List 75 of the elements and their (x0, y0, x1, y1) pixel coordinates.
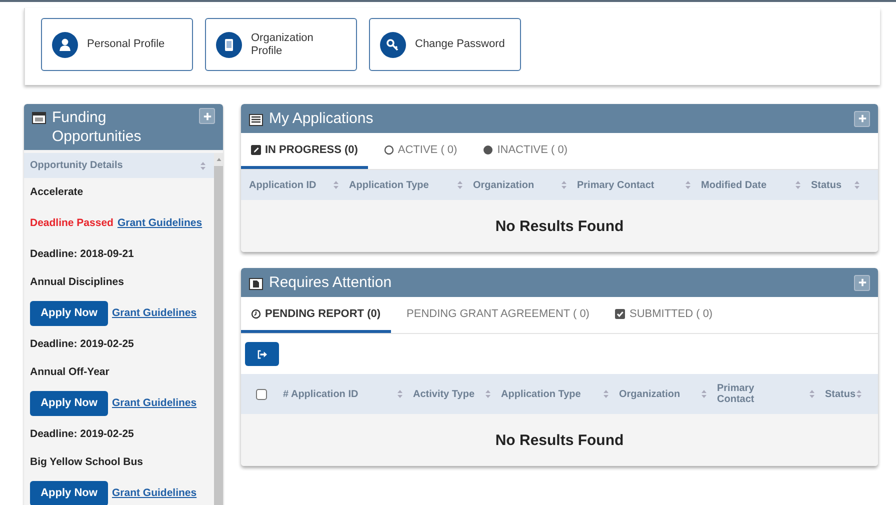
tab[interactable]: ACTIVE ( 0) (374, 133, 468, 169)
select-all-checkbox[interactable] (256, 388, 267, 400)
sort-icon (603, 389, 609, 399)
plus-icon (202, 112, 212, 120)
sort-icon (685, 180, 691, 190)
column-header[interactable]: Organization (619, 388, 717, 400)
clock-icon (251, 308, 261, 318)
grant-guidelines-link[interactable]: Grant Guidelines (112, 397, 197, 409)
expand-button[interactable] (854, 110, 870, 126)
tab[interactable]: INACTIVE ( 0) (473, 133, 578, 169)
profile-button[interactable]: Personal Profile (41, 18, 193, 71)
tab[interactable]: PENDING REPORT (0) (241, 297, 391, 333)
plus-icon (858, 114, 866, 123)
apply-now-button[interactable]: Apply Now (30, 480, 108, 505)
profile-button[interactable]: Organization Profile (205, 18, 357, 71)
list-icon (249, 114, 263, 126)
sort-icon (333, 180, 339, 190)
export-button[interactable] (245, 342, 279, 366)
document-icon (249, 278, 263, 290)
opportunity-name: Big Yellow School Bus (30, 456, 143, 468)
panel-title: Requires Attention (269, 273, 393, 292)
column-header[interactable]: Organization (473, 180, 577, 190)
opportunity-name: Annual Off-Year (30, 366, 110, 378)
deadline-passed-label: Deadline Passed (30, 217, 114, 229)
grant-guidelines-link[interactable]: Grant Guidelines (112, 307, 197, 319)
panel-title: Funding Opportunities (52, 108, 142, 146)
sort-icon (397, 389, 403, 399)
sort-icon (200, 160, 206, 170)
column-header[interactable]: Opportunity Details (24, 153, 214, 178)
opportunity-name: Accelerate (30, 186, 84, 198)
column-header[interactable]: Primary Contact (717, 383, 825, 405)
panel-title: My Applications (269, 109, 374, 128)
column-header[interactable]: Primary Contact (577, 180, 701, 190)
sort-icon (457, 180, 463, 190)
deadline-text: Deadline: 2018-09-21 (30, 248, 134, 260)
column-header[interactable]: # Application ID (283, 388, 413, 400)
column-header[interactable]: Status (811, 180, 870, 190)
profile-button[interactable]: Change Password (369, 18, 521, 71)
column-header[interactable]: Modified Date (701, 180, 811, 190)
apply-now-button[interactable]: Apply Now (30, 390, 108, 416)
column-header[interactable]: Status (825, 388, 872, 400)
column-header[interactable]: Application ID (249, 180, 349, 190)
tab[interactable]: SUBMITTED ( 0) (605, 297, 723, 333)
deadline-text: Deadline: 2019-02-25 (30, 428, 134, 440)
apply-now-button[interactable]: Apply Now (30, 300, 108, 326)
sort-icon (485, 389, 491, 399)
empty-message: No Results Found (241, 200, 878, 252)
key-icon (380, 32, 406, 58)
tab[interactable]: PENDING GRANT AGREEMENT ( 0) (396, 297, 600, 333)
export-icon (256, 350, 268, 358)
sort-icon (701, 389, 707, 399)
sort-icon (795, 180, 801, 190)
sort-icon (809, 389, 815, 399)
expand-button[interactable] (854, 274, 870, 290)
column-header[interactable]: Application Type (349, 180, 473, 190)
grant-guidelines-link[interactable]: Grant Guidelines (117, 217, 202, 229)
edit-icon (251, 144, 261, 154)
deadline-text: Deadline: 2019-02-25 (30, 338, 134, 350)
circle-icon (384, 144, 394, 154)
calendar-icon (32, 112, 46, 124)
column-header[interactable]: Activity Type (413, 388, 501, 400)
opportunity-name: Annual Disciplines (30, 276, 124, 288)
circle-icon (483, 144, 494, 154)
sort-icon (854, 180, 860, 190)
sort-icon (856, 389, 862, 399)
grant-guidelines-link[interactable]: Grant Guidelines (112, 487, 197, 499)
tablet-icon (216, 32, 242, 58)
column-header[interactable]: Application Type (501, 388, 619, 400)
plus-icon (858, 278, 866, 287)
scroll-up-icon (216, 157, 222, 162)
checkbox-icon (615, 308, 626, 318)
empty-message: No Results Found (241, 414, 878, 466)
person-icon (52, 32, 78, 58)
expand-button[interactable] (199, 108, 215, 124)
sort-icon (561, 180, 567, 190)
